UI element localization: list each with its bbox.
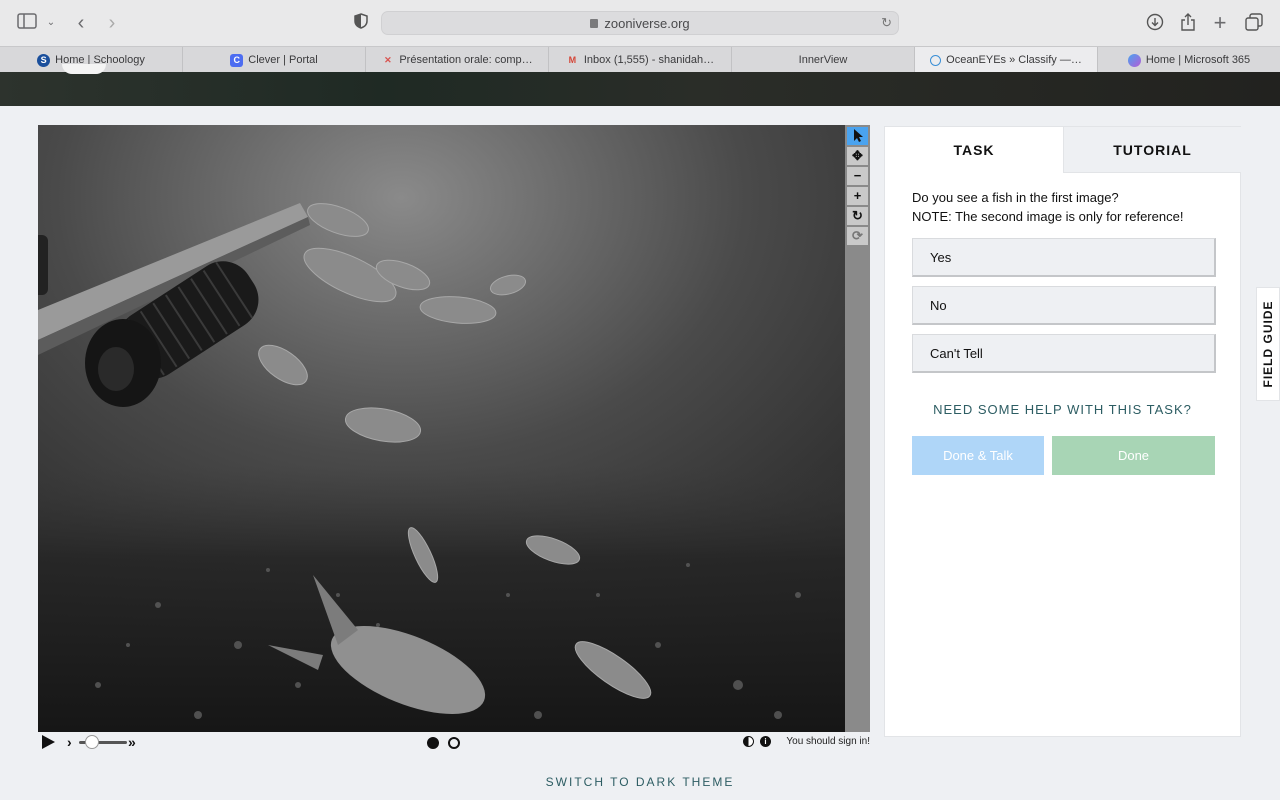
sidebar-toggle-icon[interactable] [16,13,38,33]
reset-icon[interactable]: ⟳ [847,227,868,245]
field-guide-button[interactable]: FIELD GUIDE [1256,287,1280,401]
contrast-icon[interactable] [743,736,754,747]
tab-bar: S Home | Schoology C Clever | Portal ✕ P… [0,46,1280,73]
tab-label: OceanEYEs » Classify —… [946,54,1082,66]
answer-cant-tell-button[interactable]: Can't Tell [912,334,1216,373]
browser-toolbar: ⌄ ‹ › zooniverse.org ↻ + [0,0,1280,46]
forward-icon[interactable]: › [101,13,123,33]
zoom-out-icon[interactable]: − [847,167,868,185]
task-panel: TASK TUTORIAL Do you see a fish in the f… [884,126,1241,737]
answer-yes-button[interactable]: Yes [912,238,1216,277]
play-icon[interactable] [42,735,55,749]
tab-presentation[interactable]: ✕ Présentation orale: comp… [366,47,549,73]
tab-oceaneyes[interactable]: OceanEYEs » Classify —… [915,47,1098,73]
rotate-icon[interactable]: ↻ [847,207,868,225]
fast-forward-icon[interactable]: » [128,733,136,751]
question-text: Do you see a fish in the first image? [912,190,1119,205]
zooniverse-icon [930,54,942,66]
clever-icon: C [230,53,244,67]
reload-icon[interactable]: ↻ [881,15,892,31]
lock-icon [590,19,599,28]
tab-tutorial[interactable]: TUTORIAL [1063,127,1241,173]
tab-label: InnerView [798,54,848,66]
info-icon[interactable]: i [760,736,771,747]
tab-microsoft365[interactable]: Home | Microsoft 365 [1098,47,1280,73]
frame-controls: › » i You should sign in! [38,733,870,753]
frame-dot-2[interactable] [448,737,460,749]
task-question: Do you see a fish in the first image? NO… [912,188,1183,226]
tab-label: Inbox (1,555) - shanidah… [583,54,715,66]
question-note: NOTE: The second image is only for refer… [912,209,1184,224]
done-and-talk-button[interactable]: Done & Talk [912,436,1044,475]
frame-dot-1[interactable] [427,737,439,749]
url-text: zooniverse.org [604,16,690,31]
subject-image[interactable] [38,125,845,732]
privacy-shield-icon[interactable] [350,13,372,33]
address-bar[interactable]: zooniverse.org ↻ [381,11,899,35]
new-tab-icon[interactable]: + [1209,12,1231,34]
task-help-link[interactable]: NEED SOME HELP WITH THIS TASK? [885,402,1240,417]
step-back-icon[interactable]: › [67,733,72,751]
answer-no-button[interactable]: No [912,286,1216,325]
zoom-in-icon[interactable]: + [847,187,868,205]
sign-in-notice[interactable]: You should sign in! [786,736,870,747]
tab-label: Home | Microsoft 365 [1145,54,1251,66]
share-icon[interactable] [1177,13,1199,33]
pointer-icon[interactable] [847,127,868,145]
presentation-icon: ✕ [384,54,392,65]
field-guide-label: FIELD GUIDE [1261,300,1275,388]
switch-dark-theme-button[interactable]: SWITCH TO DARK THEME [0,775,1280,789]
tab-task[interactable]: TASK [885,127,1063,173]
gmail-icon: M [568,54,577,65]
tab-label: Présentation orale: comp… [399,54,533,66]
tab-clever[interactable]: C Clever | Portal [183,47,366,73]
microsoft365-icon [1127,53,1141,67]
slider-handle[interactable] [85,735,99,749]
tab-innerview[interactable]: InnerView [732,47,915,73]
download-icon[interactable] [1144,13,1166,33]
tab-label: Clever | Portal [248,54,318,66]
project-header-background [0,64,1280,106]
chevron-down-icon[interactable]: ⌄ [40,13,62,33]
move-icon[interactable]: ✥ [847,147,868,165]
tab-gmail[interactable]: M Inbox (1,555) - shanidah… [549,47,732,73]
done-button[interactable]: Done [1052,436,1215,475]
schoology-icon: S [37,53,51,67]
back-icon[interactable]: ‹ [70,13,92,33]
project-avatar [62,64,106,74]
tab-overview-icon[interactable] [1243,13,1265,33]
viewer-toolbar: ✥ − + ↻ ⟳ [845,125,870,732]
